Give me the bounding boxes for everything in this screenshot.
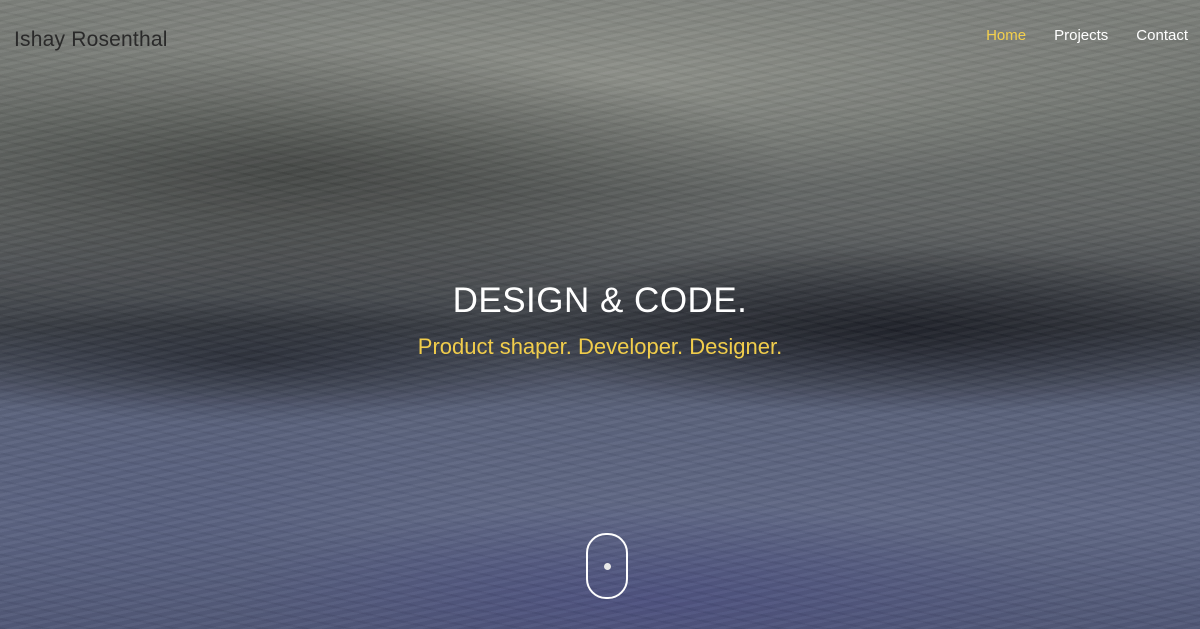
hero-content: DESIGN & CODE. Product shaper. Developer… [0, 280, 1200, 362]
hero-section: Ishay Rosenthal Home Projects Contact DE… [0, 0, 1200, 629]
nav-item-home[interactable]: Home [986, 27, 1026, 44]
main-nav: Home Projects Contact [986, 27, 1188, 44]
hero-tagline: Product shaper. Developer. Designer. [417, 334, 783, 359]
nav-item-contact[interactable]: Contact [1136, 27, 1188, 44]
hero-headline: DESIGN & CODE. [452, 281, 748, 320]
mouse-scroll-icon[interactable] [586, 533, 628, 599]
nav-item-projects[interactable]: Projects [1054, 27, 1108, 44]
mouse-wheel-dot [604, 563, 611, 570]
site-logo[interactable]: Ishay Rosenthal [14, 28, 168, 52]
